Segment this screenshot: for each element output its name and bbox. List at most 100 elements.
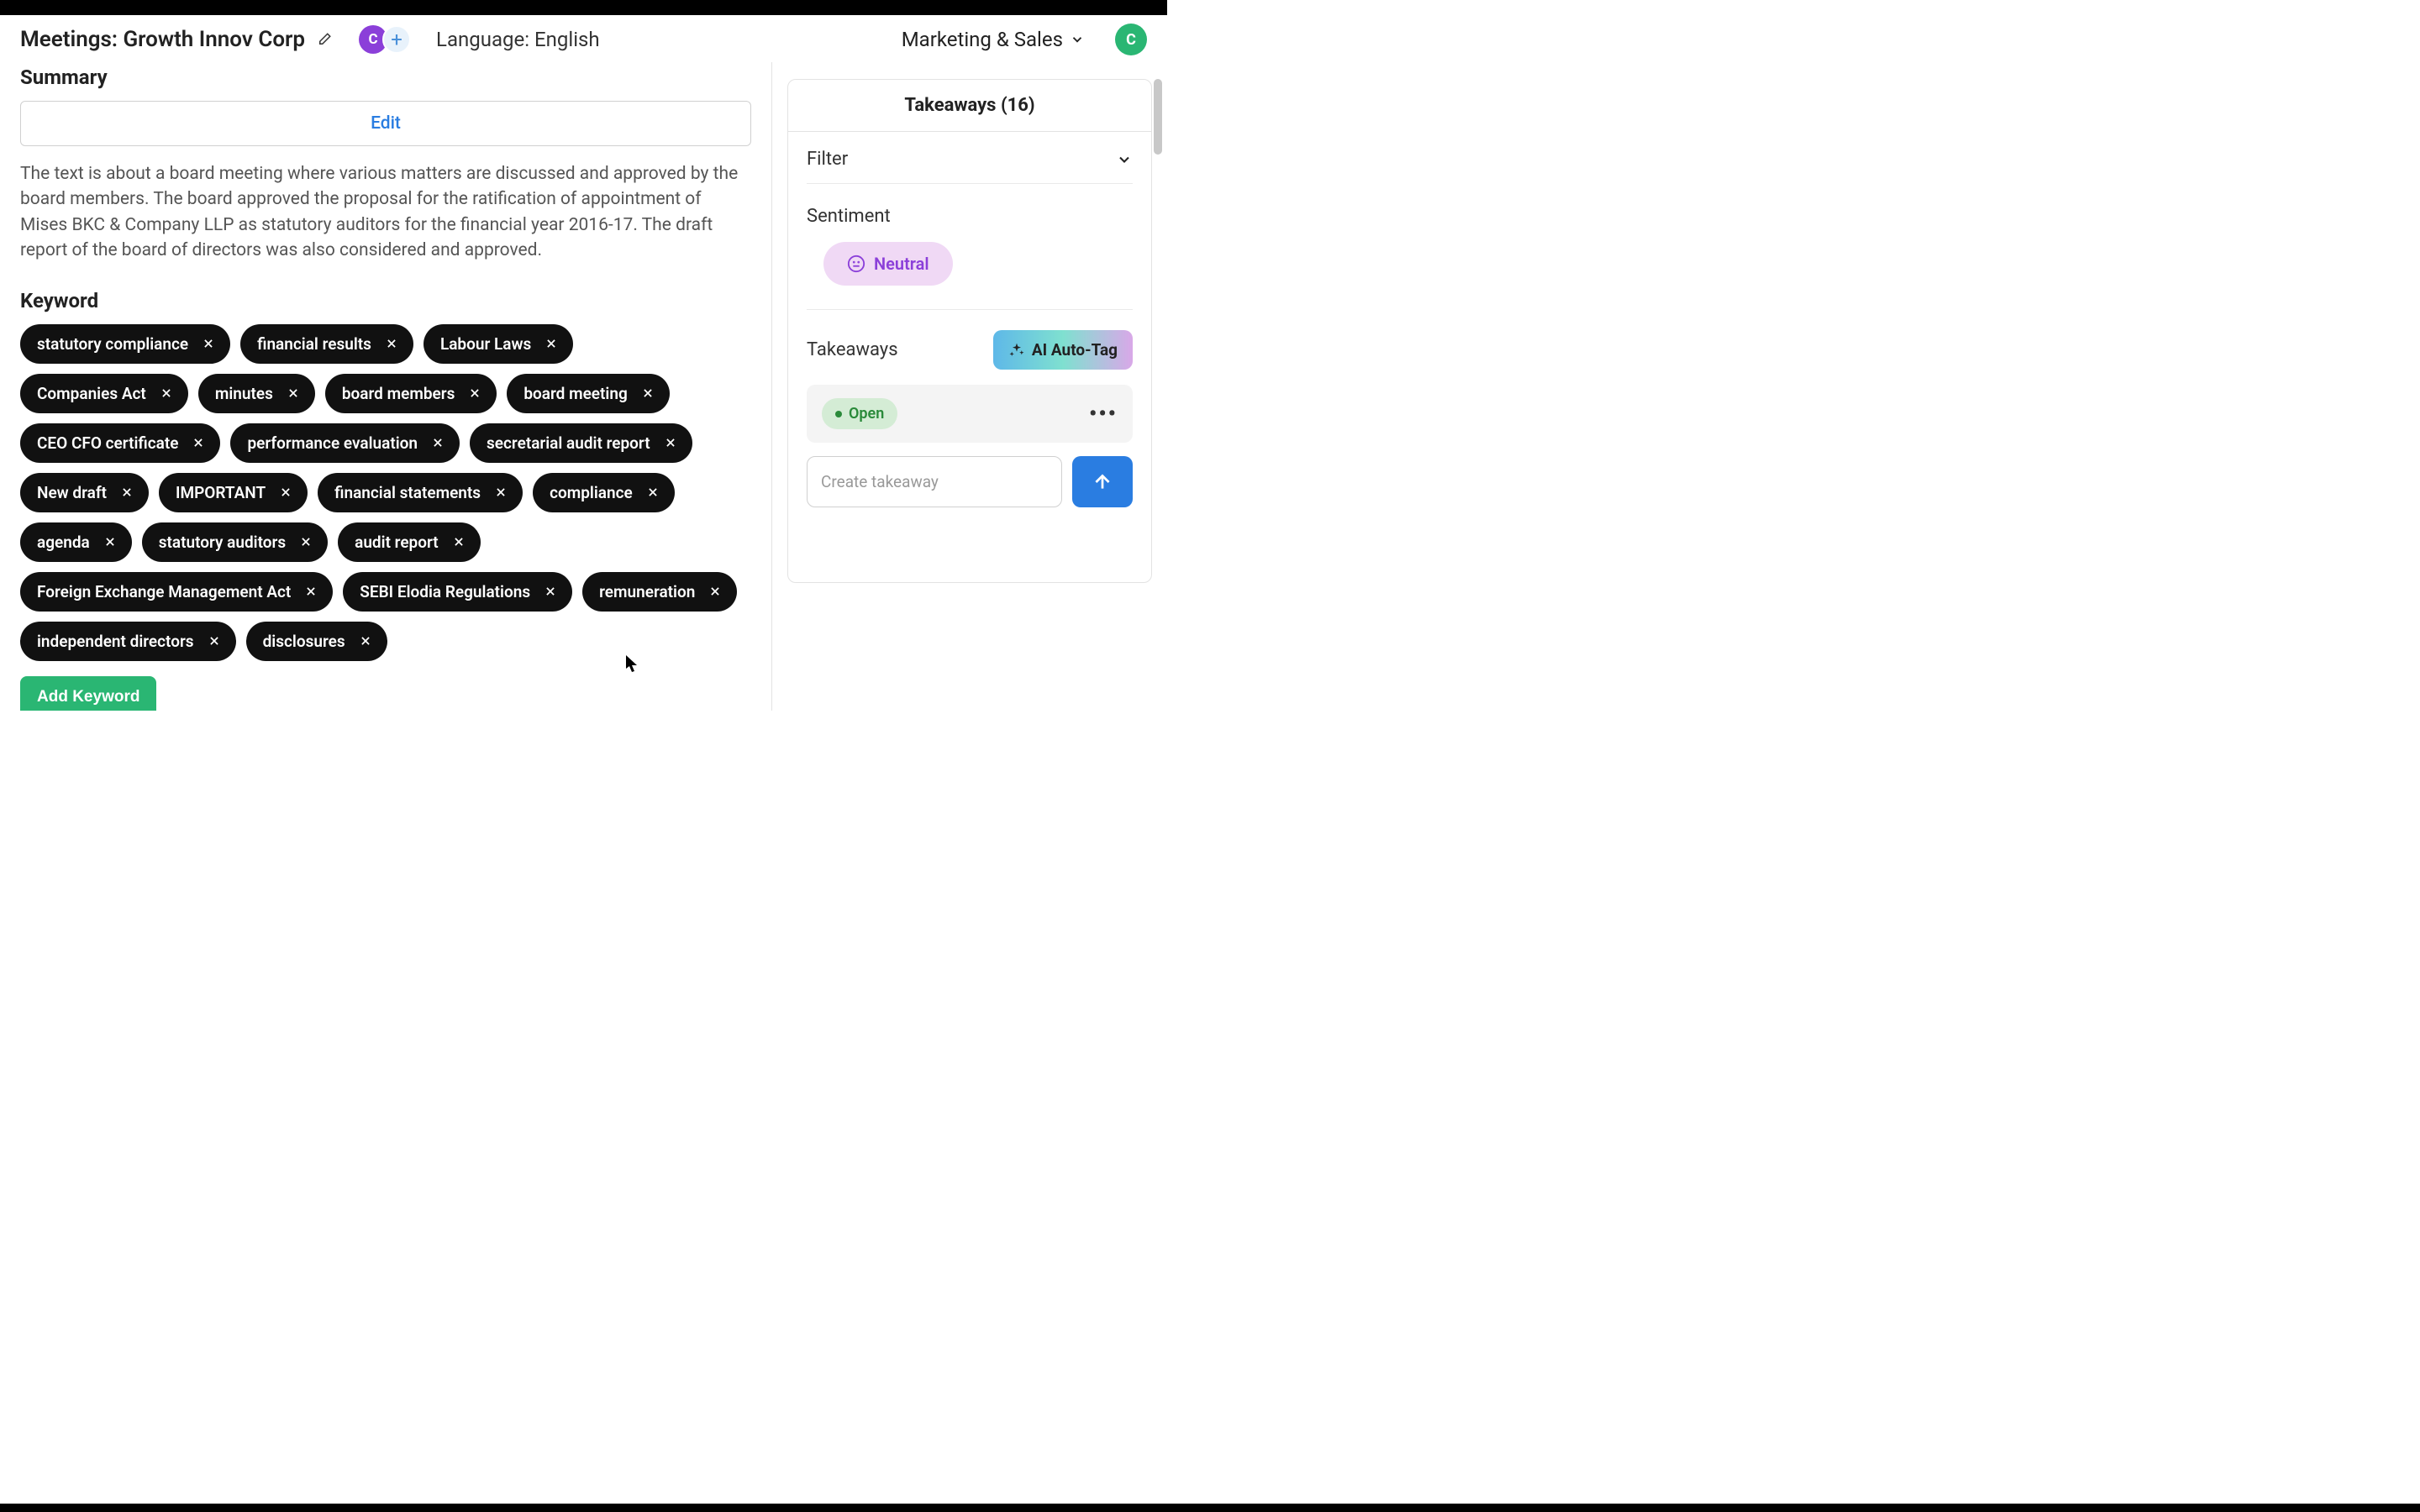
remove-keyword-icon[interactable]: [383, 335, 400, 352]
keyword-label: board members: [342, 384, 455, 403]
keyword-label: CEO CFO certificate: [37, 433, 178, 453]
ai-auto-tag-button[interactable]: AI Auto-Tag: [993, 330, 1133, 370]
remove-keyword-icon[interactable]: [662, 434, 679, 451]
keyword-chip[interactable]: remuneration: [582, 572, 737, 612]
remove-keyword-icon[interactable]: [357, 633, 374, 649]
keyword-label: independent directors: [37, 632, 194, 651]
keyword-chip[interactable]: New draft: [20, 473, 149, 512]
remove-keyword-icon[interactable]: [639, 385, 656, 402]
remove-keyword-icon[interactable]: [707, 583, 723, 600]
keyword-chip[interactable]: SEBI Elodia Regulations: [343, 572, 572, 612]
keyword-chip[interactable]: disclosures: [246, 622, 387, 661]
keyword-chip[interactable]: board members: [325, 374, 497, 413]
remove-keyword-icon[interactable]: [302, 583, 319, 600]
keyword-chip[interactable]: minutes: [198, 374, 315, 413]
remove-keyword-icon[interactable]: [466, 385, 483, 402]
keyword-chip[interactable]: Foreign Exchange Management Act: [20, 572, 333, 612]
keyword-label: financial results: [257, 334, 371, 354]
header: Meetings: Growth Innov Corp C + Language…: [0, 15, 1167, 62]
scrollbar[interactable]: [1154, 79, 1162, 155]
filter-dropdown[interactable]: Filter: [807, 132, 1133, 184]
collaborator-avatars: C +: [359, 25, 411, 54]
remove-keyword-icon[interactable]: [297, 533, 314, 550]
submit-takeaway-button[interactable]: [1072, 456, 1133, 507]
add-keyword-button[interactable]: Add Keyword: [20, 676, 156, 711]
keyword-label: board meeting: [523, 384, 627, 403]
mouse-cursor-icon: [626, 655, 639, 674]
status-dot-icon: [835, 411, 842, 417]
remove-keyword-icon[interactable]: [429, 434, 446, 451]
keyword-label: Labour Laws: [440, 334, 531, 354]
window-top-bar: [0, 0, 1167, 15]
keyword-chip[interactable]: audit report: [338, 522, 481, 562]
keyword-chip[interactable]: statutory compliance: [20, 324, 230, 364]
neutral-face-icon: [847, 255, 865, 273]
sentiment-value: Neutral: [874, 254, 929, 274]
create-takeaway-input[interactable]: Create takeaway: [807, 456, 1062, 507]
remove-keyword-icon[interactable]: [285, 385, 302, 402]
keyword-chip[interactable]: secretarial audit report: [470, 423, 692, 463]
takeaways-sidebar: Takeaways (16) Filter Sentiment Neutral …: [772, 62, 1167, 711]
filter-label: Filter: [807, 149, 848, 170]
keyword-chip[interactable]: Labour Laws: [424, 324, 573, 364]
keyword-chip[interactable]: financial results: [240, 324, 413, 364]
keyword-label: agenda: [37, 533, 90, 552]
arrow-up-icon: [1092, 471, 1113, 493]
keyword-label: Companies Act: [37, 384, 146, 403]
more-options-icon[interactable]: •••: [1089, 402, 1118, 427]
keyword-chip[interactable]: compliance: [533, 473, 675, 512]
remove-keyword-icon[interactable]: [190, 434, 207, 451]
keyword-label: Foreign Exchange Management Act: [37, 582, 291, 601]
keyword-chip[interactable]: board meeting: [507, 374, 669, 413]
status-chip[interactable]: Open: [822, 398, 897, 429]
add-collaborator-button[interactable]: +: [382, 25, 411, 54]
remove-keyword-icon[interactable]: [158, 385, 175, 402]
category-label: Marketing & Sales: [902, 28, 1063, 51]
remove-keyword-icon[interactable]: [644, 484, 661, 501]
keyword-label: statutory compliance: [37, 334, 188, 354]
keyword-label: New draft: [37, 483, 107, 502]
keyword-chip[interactable]: statutory auditors: [142, 522, 328, 562]
keyword-label: audit report: [355, 533, 439, 552]
main-content: Summary Edit The text is about a board m…: [0, 62, 772, 711]
remove-keyword-icon[interactable]: [542, 583, 559, 600]
remove-keyword-icon[interactable]: [543, 335, 560, 352]
language-label[interactable]: Language: English: [436, 28, 600, 51]
remove-keyword-icon[interactable]: [102, 533, 118, 550]
keyword-chip[interactable]: independent directors: [20, 622, 236, 661]
remove-keyword-icon[interactable]: [277, 484, 294, 501]
remove-keyword-icon[interactable]: [206, 633, 223, 649]
category-dropdown[interactable]: Marketing & Sales: [902, 28, 1085, 51]
keyword-chip[interactable]: financial statements: [318, 473, 523, 512]
summary-edit-button[interactable]: Edit: [20, 101, 751, 146]
remove-keyword-icon[interactable]: [450, 533, 467, 550]
keyword-chip[interactable]: IMPORTANT: [159, 473, 308, 512]
user-avatar[interactable]: C: [1115, 24, 1147, 55]
keyword-label: secretarial audit report: [487, 433, 650, 453]
sentiment-chip[interactable]: Neutral: [823, 242, 953, 286]
remove-keyword-icon[interactable]: [118, 484, 135, 501]
takeaways-list-heading: Takeaways: [807, 339, 898, 360]
remove-keyword-icon[interactable]: [200, 335, 217, 352]
keyword-list: statutory compliance financial results Lab…: [20, 324, 751, 661]
edit-title-icon[interactable]: [317, 32, 332, 47]
keyword-label: statutory auditors: [159, 533, 286, 552]
takeaway-card[interactable]: Open •••: [807, 385, 1133, 443]
keyword-chip[interactable]: CEO CFO certificate: [20, 423, 220, 463]
keyword-chip[interactable]: agenda: [20, 522, 132, 562]
sentiment-heading: Sentiment: [807, 184, 1133, 242]
keyword-label: remuneration: [599, 582, 695, 601]
remove-keyword-icon[interactable]: [492, 484, 509, 501]
summary-text: The text is about a board meeting where …: [20, 161, 751, 264]
keyword-label: compliance: [550, 483, 633, 502]
keyword-label: disclosures: [263, 632, 345, 651]
keyword-heading: Keyword: [20, 289, 751, 312]
keyword-label: performance evaluation: [247, 433, 418, 453]
chevron-down-icon: [1116, 151, 1133, 168]
keyword-chip[interactable]: Companies Act: [20, 374, 188, 413]
page-title: Meetings: Growth Innov Corp: [20, 27, 305, 52]
keyword-label: financial statements: [334, 483, 481, 502]
keyword-chip[interactable]: performance evaluation: [230, 423, 460, 463]
keyword-label: minutes: [215, 384, 273, 403]
sparkle-icon: [1008, 342, 1025, 359]
